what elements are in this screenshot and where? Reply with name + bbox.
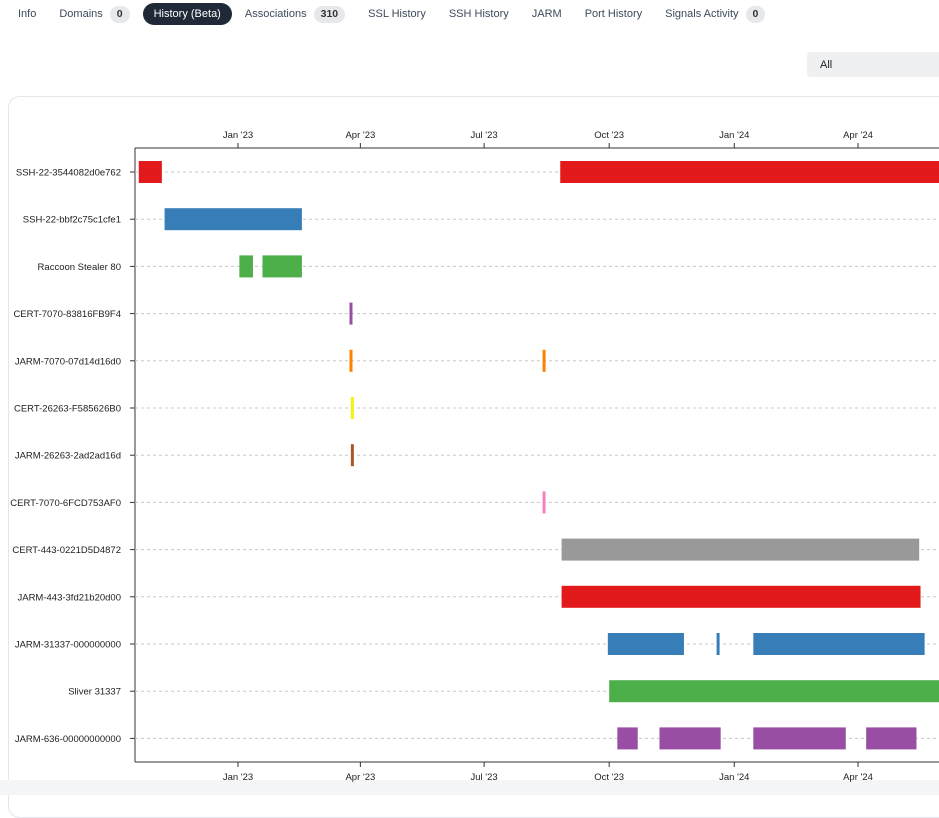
x-tick-label-top: Jul '23 [471,130,498,141]
timeline-bar [561,538,920,561]
timeline-bar [542,491,546,514]
x-tick-label-bottom: Oct '23 [594,772,624,783]
row-label: CERT-7070-6FCD753AF0 [10,498,121,509]
timeline-bar [164,208,302,231]
timeline-bar [753,633,925,655]
x-tick-label-bottom: Apr '23 [345,772,375,783]
timeline-bar [607,633,684,655]
row-label: SSH-22-bbf2c75c1cfe1 [23,215,121,226]
x-tick-label-top: Apr '24 [843,130,873,141]
x-tick-label-top: Jan '23 [223,130,253,141]
timeline-bar [561,585,921,608]
x-tick-label-bottom: Jan '24 [719,772,749,783]
timeline-bar [349,349,353,372]
timeline-bar [542,349,546,372]
x-tick-label-bottom: Jul '23 [471,772,498,783]
timeline-bar [609,680,939,703]
timeline-bar [866,727,917,750]
row-label: JARM-443-3fd21b20d00 [17,592,121,603]
x-tick-label-bottom: Apr '24 [843,772,873,783]
row-label: JARM-31337-000000000 [15,640,121,651]
timeline-bar [716,633,720,655]
row-label: CERT-443-0221D5D4872 [12,545,121,556]
row-label: CERT-7070-83816FB9F4 [13,309,121,320]
row-label: JARM-26263-2ad2ad16d [15,451,121,462]
history-timeline-chart: Jan '23 Jan '23 Apr '23 Apr '23 Jul '23 Jul '… [10,130,939,783]
timeline-bar [239,255,253,278]
row-label: CERT-26263-F585626B0 [14,404,121,415]
timeline-bar [753,727,846,750]
x-tick-label-bottom: Jan '23 [223,772,253,783]
row-label: Raccoon Stealer 80 [38,262,121,273]
row-label: JARM-636-00000000000 [15,734,121,745]
row-label: JARM-7070-07d14d16d0 [15,356,121,367]
timeline-bar [262,255,302,278]
row-label: Sliver 31337 [68,687,121,698]
row-label: SSH-22-3544082d0e762 [16,168,121,179]
timeline-bar [659,727,721,750]
timeline-bar [350,444,354,467]
timeline-bar [138,161,162,183]
timeline-bar [560,161,939,183]
x-tick-label-top: Oct '23 [594,130,624,141]
timeline-bar [350,397,354,419]
timeline-bar [617,727,638,750]
timeline-bar [349,302,353,325]
x-tick-label-top: Apr '23 [345,130,375,141]
x-tick-label-top: Jan '24 [719,130,749,141]
